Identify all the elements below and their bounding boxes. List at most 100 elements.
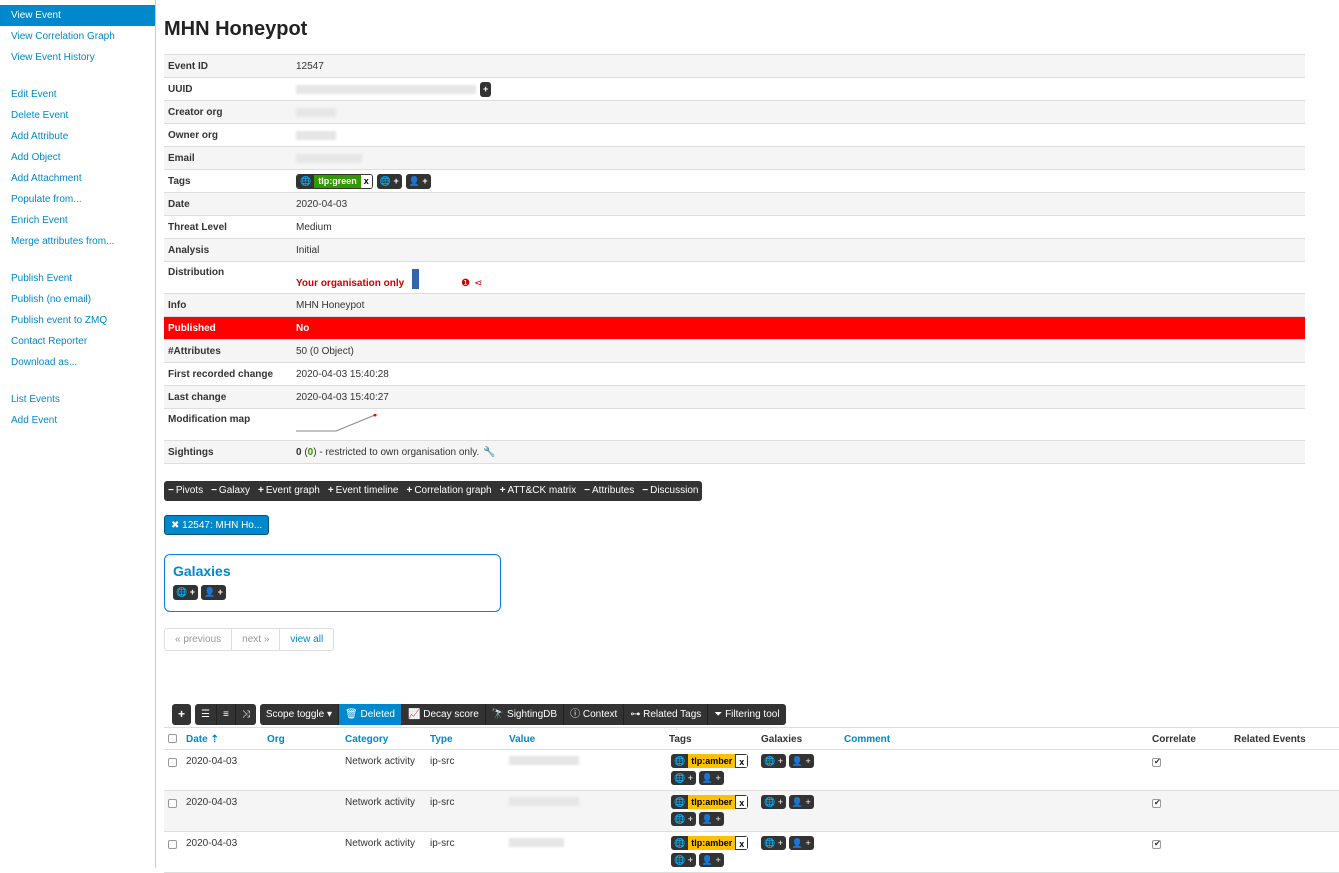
- pager-previous[interactable]: « previous: [165, 629, 233, 650]
- add-local-tag-button[interactable]: 👤 +: [698, 853, 724, 867]
- tab-correlation-graph[interactable]: + Correlation graph: [402, 481, 495, 501]
- correlate-checkbox[interactable]: [1152, 799, 1161, 811]
- info-icon[interactable]: ❶: [461, 278, 470, 289]
- add-local-galaxy-button[interactable]: 👤 +: [788, 754, 814, 768]
- uuid-value: +: [292, 81, 492, 97]
- sightings-count: 0: [296, 446, 302, 458]
- attr-galaxy-buttons: 🌐 + 👤 +: [761, 754, 814, 768]
- add-global-tag-button[interactable]: 🌐 +: [671, 812, 696, 826]
- wrench-icon[interactable]: 🔧: [483, 447, 495, 458]
- label: Info: [168, 299, 187, 311]
- add-button[interactable]: +: [480, 81, 492, 97]
- pager-next[interactable]: next »: [232, 629, 281, 650]
- creator-org-value: [292, 107, 336, 117]
- sidebar-item-contact-reporter[interactable]: Contact Reporter: [0, 331, 155, 352]
- tag-tlp-amber[interactable]: 🌐 tlp:amber x: [671, 754, 749, 768]
- sidebar-item-add-attachment[interactable]: Add Attachment: [0, 168, 155, 189]
- add-global-tag-button[interactable]: 🌐 +: [376, 173, 402, 189]
- row-checkbox[interactable]: [168, 758, 177, 770]
- table-row: 2020-04-03 Network activity ip-src 🌐 tlp:…: [164, 791, 1339, 832]
- select-all-checkbox[interactable]: [168, 734, 177, 746]
- list-icon[interactable]: ☰: [195, 704, 217, 725]
- attr-galaxy-buttons: 🌐 + 👤 +: [761, 836, 814, 850]
- tab-pivots[interactable]: − Pivots: [164, 481, 207, 501]
- add-global-tag-button[interactable]: 🌐 +: [671, 853, 696, 867]
- sidebar-item-publish-no-email[interactable]: Publish (no email): [0, 289, 155, 310]
- tab-event-timeline[interactable]: + Event timeline: [324, 481, 403, 501]
- sidebar-item-add-attribute[interactable]: Add Attribute: [0, 126, 155, 147]
- tab-attributes[interactable]: − Attributes: [580, 481, 638, 501]
- correlate-checkbox[interactable]: [1152, 758, 1161, 770]
- redacted-org: [296, 107, 336, 117]
- remove-tag-icon[interactable]: x: [735, 754, 749, 768]
- add-attribute-button[interactable]: +: [172, 704, 191, 725]
- remove-tag-icon[interactable]: x: [360, 174, 372, 188]
- sidebar-item-enrich-event[interactable]: Enrich Event: [0, 210, 155, 231]
- sidebar-item-publish-event[interactable]: Publish Event: [0, 268, 155, 289]
- add-local-galaxy-button[interactable]: 👤 +: [200, 585, 226, 600]
- header-value[interactable]: Value: [509, 734, 535, 745]
- tab-discussion[interactable]: − Discussion: [638, 481, 702, 501]
- add-global-tag-button[interactable]: 🌐 +: [671, 771, 696, 785]
- filtering-tool-button[interactable]: ⏷ Filtering tool: [708, 704, 785, 725]
- add-local-tag-button[interactable]: 👤 +: [405, 173, 431, 189]
- add-global-galaxy-button[interactable]: 🌐 +: [761, 754, 786, 768]
- shuffle-icon[interactable]: ⤨: [236, 704, 256, 725]
- sidebar-item-list-events[interactable]: List Events: [0, 389, 155, 410]
- tab-attack-matrix[interactable]: + ATT&CK matrix: [496, 481, 581, 501]
- sidebar-item-merge-attributes[interactable]: Merge attributes from...: [0, 231, 155, 252]
- add-local-tag-button[interactable]: 👤 +: [698, 771, 724, 785]
- row-checkbox[interactable]: [168, 840, 177, 852]
- row-checkbox[interactable]: [168, 799, 177, 811]
- attr-type: ip-src: [430, 756, 455, 767]
- sidebar-item-add-event[interactable]: Add Event: [0, 410, 155, 431]
- sidebar-item-edit-event[interactable]: Edit Event: [0, 84, 155, 105]
- label: Published: [168, 322, 216, 334]
- decay-score-button[interactable]: 📈 Decay score: [402, 704, 486, 725]
- add-global-galaxy-button[interactable]: 🌐 +: [761, 836, 786, 850]
- sidebar-item-populate-from[interactable]: Populate from...: [0, 189, 155, 210]
- label: Analysis: [168, 244, 210, 256]
- email-value: [292, 153, 362, 163]
- deleted-button[interactable]: 🗑 Deleted: [339, 704, 402, 725]
- header-type[interactable]: Type: [430, 734, 453, 745]
- header-correlate: Correlate: [1152, 734, 1196, 745]
- tab-event-graph[interactable]: + Event graph: [254, 481, 324, 501]
- date-value: 2020-04-03: [296, 198, 348, 210]
- share-icon[interactable]: ⋖: [474, 278, 482, 289]
- correlate-checkbox[interactable]: [1152, 840, 1161, 852]
- sightingdb-button[interactable]: 🔭 SightingDB: [486, 704, 565, 725]
- label: Event ID: [168, 60, 209, 72]
- remove-tag-icon[interactable]: x: [735, 795, 749, 809]
- tag-tlp-green[interactable]: 🌐 tlp:green x: [296, 173, 373, 189]
- add-local-tag-button[interactable]: 👤 +: [698, 812, 724, 826]
- header-date[interactable]: Date ⇡: [186, 734, 219, 745]
- add-global-galaxy-button[interactable]: 🌐 +: [173, 585, 198, 600]
- header-org[interactable]: Org: [267, 734, 285, 745]
- tag-tlp-amber[interactable]: 🌐 tlp:amber x: [671, 795, 749, 809]
- tag-tlp-amber[interactable]: 🌐 tlp:amber x: [671, 836, 749, 850]
- sidebar-item-download-as[interactable]: Download as...: [0, 352, 155, 373]
- add-local-galaxy-button[interactable]: 👤 +: [788, 795, 814, 809]
- header-comment[interactable]: Comment: [844, 734, 890, 745]
- add-local-galaxy-button[interactable]: 👤 +: [788, 836, 814, 850]
- close-icon[interactable]: ✖: [171, 520, 179, 531]
- tab-galaxy[interactable]: − Galaxy: [207, 481, 254, 501]
- sidebar-item-view-correlation-graph[interactable]: View Correlation Graph: [0, 26, 155, 47]
- sidebar-item-publish-zmq[interactable]: Publish event to ZMQ: [0, 310, 155, 331]
- remove-tag-icon[interactable]: x: [735, 836, 749, 850]
- add-global-galaxy-button[interactable]: 🌐 +: [761, 795, 786, 809]
- pager-view-all[interactable]: view all: [280, 629, 333, 650]
- pivot-chip[interactable]: ✖ 12547: MHN Ho...: [164, 515, 270, 535]
- related-tags-button[interactable]: ⊶ Related Tags: [624, 704, 709, 725]
- sidebar-item-view-event[interactable]: View Event: [0, 5, 155, 26]
- sidebar-item-add-object[interactable]: Add Object: [0, 147, 155, 168]
- context-button[interactable]: ⓘ Context: [564, 704, 625, 725]
- row-uuid: UUID +: [164, 78, 1305, 101]
- sidebar-item-delete-event[interactable]: Delete Event: [0, 105, 155, 126]
- header-category[interactable]: Category: [345, 734, 388, 745]
- scope-toggle-button[interactable]: Scope toggle ▾: [260, 704, 340, 725]
- first-change-value: 2020-04-03 15:40:28: [296, 368, 389, 380]
- align-icon[interactable]: ≡: [217, 704, 236, 725]
- sidebar-item-view-event-history[interactable]: View Event History: [0, 47, 155, 68]
